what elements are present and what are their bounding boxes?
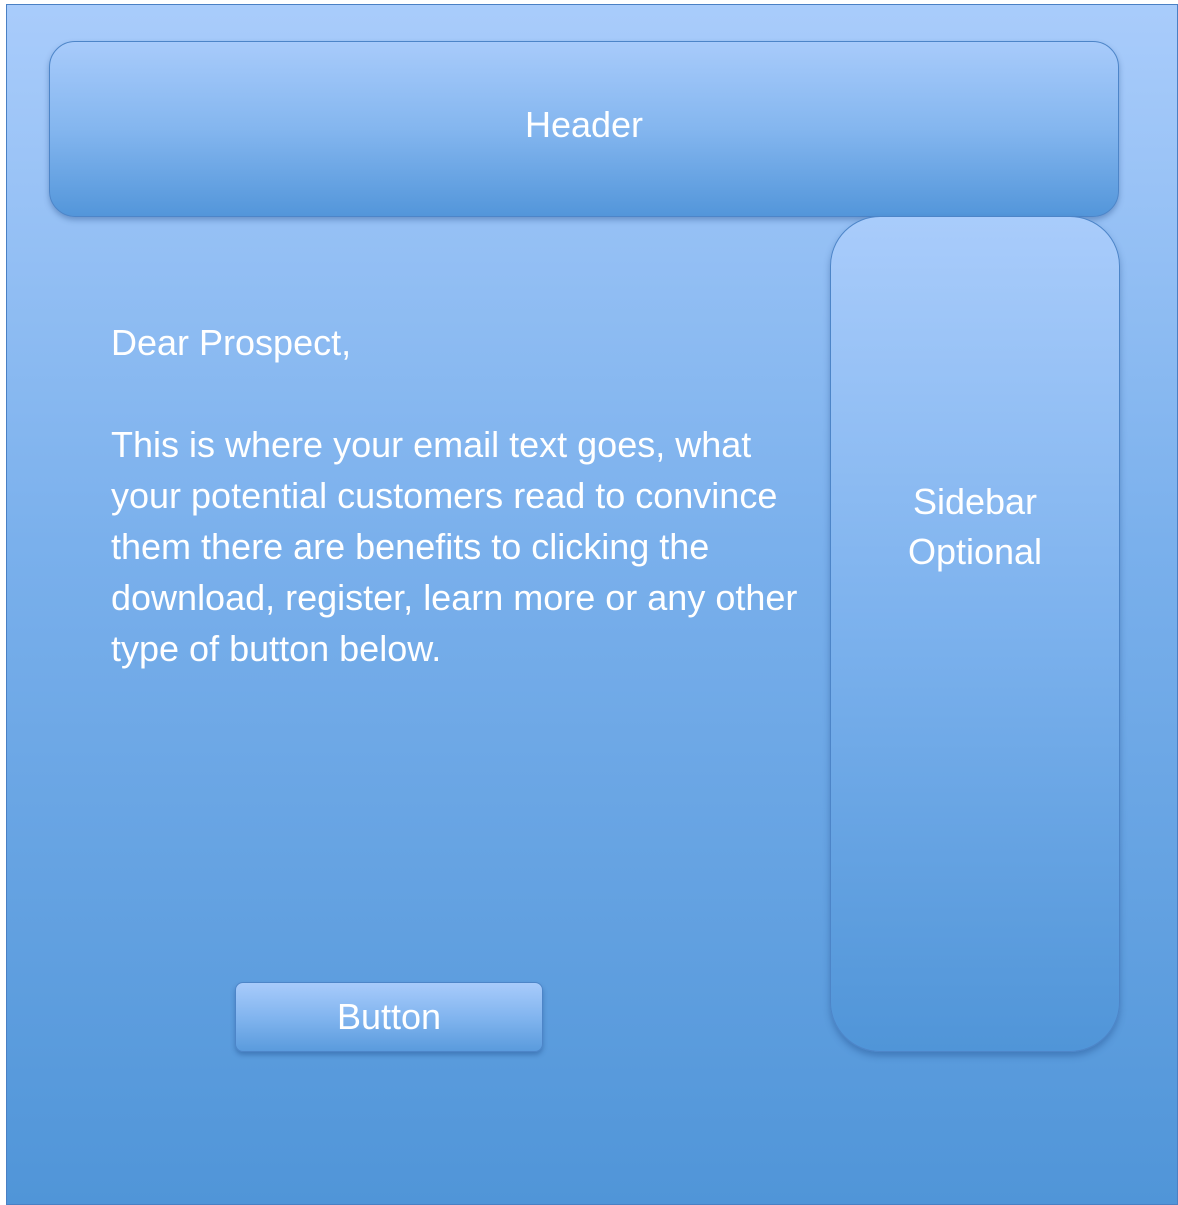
sidebar-panel: Sidebar Optional xyxy=(830,216,1120,1052)
email-message: This is where your email text goes, what… xyxy=(111,424,798,669)
sidebar-label-line1: Sidebar xyxy=(912,480,1038,522)
sidebar-label: Sidebar Optional xyxy=(908,477,1042,577)
header-title: Header xyxy=(524,104,644,145)
email-template-canvas: Header Dear Prospect, This is where your… xyxy=(6,4,1178,1205)
email-body: Dear Prospect, This is where your email … xyxy=(111,317,811,674)
header-panel: Header xyxy=(49,41,1119,217)
sidebar-label-line2: Optional xyxy=(907,530,1043,572)
cta-button[interactable]: Button xyxy=(235,982,543,1052)
email-greeting: Dear Prospect, xyxy=(111,322,352,363)
